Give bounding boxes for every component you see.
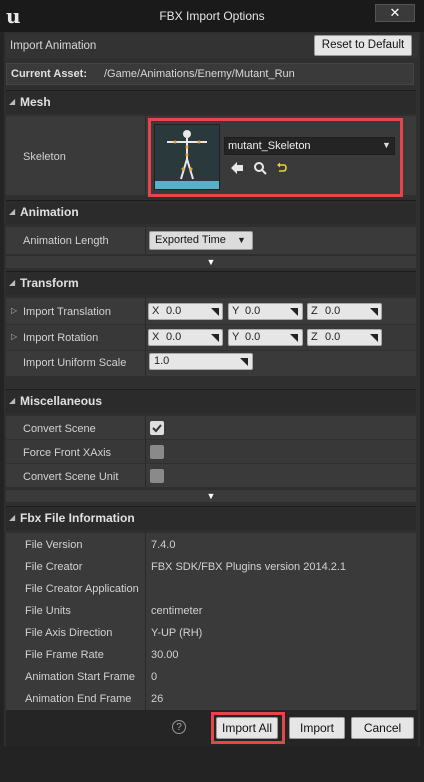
info-value: 30.00 (151, 649, 179, 661)
show-advanced-arrow-icon[interactable]: ▼ (6, 255, 416, 268)
info-value: 7.4.0 (151, 539, 176, 551)
drag-corner-icon (370, 333, 378, 342)
info-label: Animation Start Frame (25, 671, 136, 683)
category-mesh-label: Mesh (20, 95, 51, 109)
current-asset-path: /Game/Animations/Enemy/Mutant_Run (104, 68, 295, 80)
reset-to-default-button[interactable]: Reset to Default (314, 35, 412, 56)
collapse-arrow-icon[interactable]: ◢ (9, 506, 19, 530)
convert-scene-unit-checkbox[interactable] (150, 469, 164, 483)
import-scale-label: Import Uniform Scale (23, 357, 127, 369)
import-rotation-label: Import Rotation (23, 332, 99, 344)
drag-corner-icon (370, 307, 378, 316)
category-miscellaneous-label: Miscellaneous (20, 394, 103, 408)
cancel-button[interactable]: Cancel (351, 717, 414, 739)
info-value: 26 (151, 693, 164, 705)
translation-z-value: 0.0 (325, 305, 341, 317)
import-button[interactable]: Import (289, 717, 345, 739)
animation-length-value: Exported Time (155, 234, 226, 246)
axis-z-label: Z (311, 331, 318, 343)
collapse-arrow-icon[interactable]: ◢ (9, 200, 19, 224)
import-all-highlight-box (211, 712, 285, 744)
drag-corner-icon (240, 357, 248, 366)
rotation-z-value: 0.0 (325, 331, 341, 343)
category-mesh[interactable] (6, 90, 416, 114)
drag-corner-icon (211, 333, 219, 342)
drag-corner-icon (211, 307, 219, 316)
info-value: centimeter (151, 605, 203, 617)
info-value: FBX SDK/FBX Plugins version 2014.2.1 (151, 561, 347, 573)
category-fbx-info-label: Fbx File Information (20, 511, 135, 525)
category-transform-label: Transform (20, 276, 79, 290)
window-title: FBX Import Options (159, 9, 265, 23)
collapse-arrow-icon[interactable]: ◢ (9, 389, 19, 413)
info-label: File Creator (25, 561, 83, 573)
skeleton-highlight-box (148, 118, 403, 197)
collapse-arrow-icon[interactable]: ◢ (9, 90, 19, 114)
column-divider (145, 226, 146, 254)
category-animation-label: Animation (20, 205, 79, 219)
rotation-x-value: 0.0 (166, 331, 182, 343)
current-asset-label: Current Asset: (11, 68, 87, 80)
skeleton-label: Skeleton (23, 151, 66, 163)
info-value: 0 (151, 671, 158, 683)
expand-arrow-icon[interactable]: ▷ (11, 332, 17, 341)
info-label: File Frame Rate (25, 649, 104, 661)
axis-y-label: Y (232, 305, 240, 317)
drag-corner-icon (290, 333, 298, 342)
show-advanced-arrow-icon[interactable]: ▼ (6, 489, 416, 502)
info-label: File Units (25, 605, 71, 617)
collapse-arrow-icon[interactable]: ◢ (9, 271, 19, 295)
axis-y-label: Y (232, 331, 240, 343)
axis-x-label: X (152, 305, 160, 317)
drag-corner-icon (290, 307, 298, 316)
import-animation-label: Import Animation (10, 40, 97, 52)
force-front-xaxis-label: Force Front XAxis (23, 447, 112, 459)
info-label: File Axis Direction (25, 627, 113, 639)
column-divider (145, 532, 146, 710)
translation-x-value: 0.0 (166, 305, 182, 317)
import-translation-label: Import Translation (23, 306, 112, 318)
chevron-down-icon[interactable]: ▼ (237, 235, 246, 245)
column-divider (145, 115, 146, 195)
axis-z-label: Z (311, 305, 318, 317)
convert-scene-unit-label: Convert Scene Unit (23, 471, 119, 483)
column-divider (145, 297, 146, 376)
close-button[interactable]: ✕ (375, 4, 415, 22)
column-divider (145, 415, 146, 487)
checkmark-icon (152, 424, 162, 433)
info-value: Y-UP (RH) (151, 627, 203, 639)
force-front-xaxis-checkbox[interactable] (150, 445, 164, 459)
convert-scene-label: Convert Scene (23, 423, 96, 435)
translation-y-value: 0.0 (245, 305, 261, 317)
expand-arrow-icon[interactable]: ▷ (11, 306, 17, 315)
rotation-y-value: 0.0 (245, 331, 261, 343)
info-label: File Version (25, 539, 83, 551)
animation-length-label: Animation Length (23, 235, 109, 247)
axis-x-label: X (152, 331, 160, 343)
info-label: Animation End Frame (25, 693, 132, 705)
uniform-scale-value: 1.0 (154, 355, 170, 367)
info-label: File Creator Application (25, 583, 139, 595)
help-icon[interactable]: ? (172, 720, 186, 734)
convert-scene-checkbox[interactable] (150, 421, 164, 435)
